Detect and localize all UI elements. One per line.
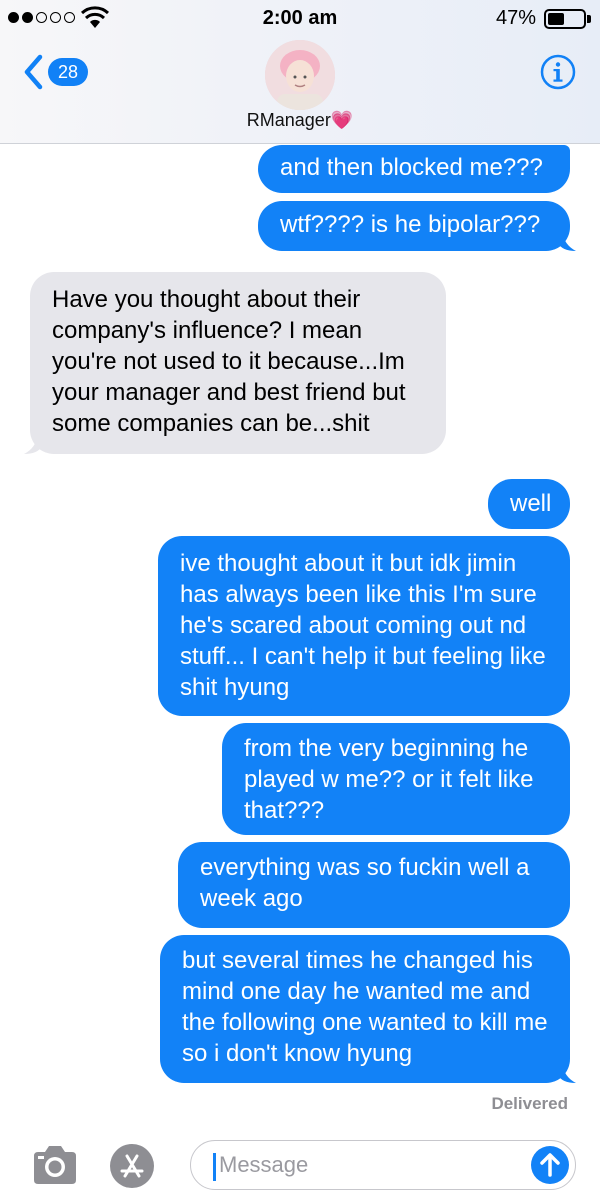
unread-count-badge: 28 bbox=[48, 58, 88, 86]
message-bubble-outgoing[interactable]: wtf???? is he bipolar??? bbox=[258, 201, 576, 251]
message-text: well bbox=[510, 490, 552, 517]
message-placeholder: Message bbox=[219, 1152, 309, 1177]
message-bubble-outgoing[interactable]: from the very beginning he played w me??… bbox=[222, 723, 570, 835]
camera-icon[interactable] bbox=[30, 1144, 80, 1186]
delivery-status: Delivered bbox=[491, 1094, 568, 1113]
back-button[interactable]: 28 bbox=[22, 54, 88, 90]
send-arrow-icon bbox=[540, 1153, 560, 1177]
message-text: but several times he changed his mind on… bbox=[182, 947, 548, 1067]
message-bubble-outgoing[interactable]: but several times he changed his mind on… bbox=[160, 935, 576, 1083]
text-cursor bbox=[213, 1153, 216, 1181]
message-text: and then blocked me??? bbox=[280, 154, 543, 181]
battery-icon bbox=[544, 9, 586, 29]
app-store-button[interactable] bbox=[110, 1144, 154, 1188]
message-bubble-outgoing[interactable]: and then blocked me??? bbox=[258, 145, 570, 193]
chevron-left-icon bbox=[24, 54, 43, 90]
message-bubble-outgoing[interactable]: everything was so fuckin well a week ago bbox=[178, 842, 570, 928]
message-bubble-outgoing[interactable]: well bbox=[488, 479, 570, 529]
app-store-icon bbox=[120, 1154, 144, 1178]
info-icon[interactable] bbox=[540, 54, 576, 90]
message-text: Have you thought about their company's i… bbox=[52, 286, 406, 437]
message-text: from the very beginning he played w me??… bbox=[244, 735, 534, 824]
message-bubble-incoming[interactable]: Have you thought about their company's i… bbox=[24, 272, 446, 454]
contact-name[interactable]: RManager💗 bbox=[0, 110, 600, 131]
message-bubble-outgoing[interactable]: ive thought about it but idk jimin has a… bbox=[158, 536, 570, 716]
message-text: everything was so fuckin well a week ago bbox=[200, 854, 530, 912]
message-input[interactable]: Message bbox=[190, 1140, 576, 1190]
send-button[interactable] bbox=[531, 1146, 569, 1184]
heart-emoji: 💗 bbox=[330, 110, 354, 130]
message-text: wtf???? is he bipolar??? bbox=[280, 211, 541, 238]
status-bar: 2:00 am 47% bbox=[0, 0, 600, 38]
message-text: ive thought about it but idk jimin has a… bbox=[180, 550, 546, 701]
contact-name-text: RManager bbox=[246, 110, 331, 130]
conversation-header: 2:00 am 47% 28 RManager💗 bbox=[0, 0, 600, 144]
battery-tip bbox=[587, 15, 591, 23]
message-composer: Message bbox=[0, 1130, 600, 1200]
battery-percent: 47% bbox=[495, 7, 536, 29]
contact-avatar[interactable] bbox=[265, 40, 335, 110]
